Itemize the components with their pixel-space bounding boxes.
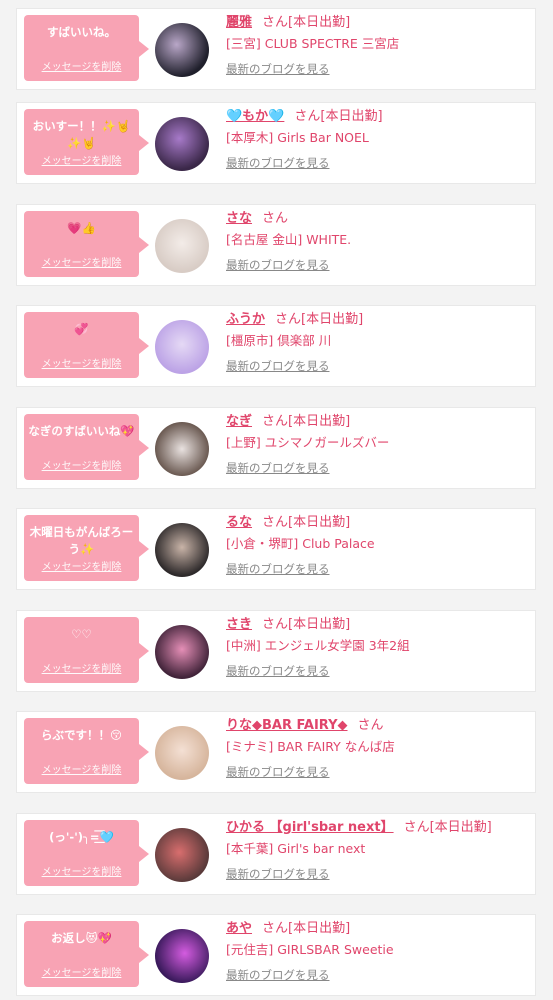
- status-text: さん[本日出勤]: [262, 515, 351, 530]
- avatar[interactable]: [155, 320, 209, 374]
- cast-name-link[interactable]: ふうか: [226, 312, 265, 327]
- blog-link[interactable]: 最新のブログを見る: [226, 59, 330, 79]
- status-text: さん[本日出勤]: [262, 15, 351, 30]
- message-list: すばいいね。 メッセージを削除 麗雅 さん[本日出勤] [三宮] CLUB SPE…: [0, 0, 553, 1000]
- blog-link[interactable]: 最新のブログを見る: [226, 356, 330, 376]
- blog-link[interactable]: 最新のブログを見る: [226, 559, 330, 579]
- list-item: 💗👍 メッセージを削除 さな さん [名古屋 金山] WHITE. 最新のブログを…: [16, 204, 536, 286]
- blog-link[interactable]: 最新のブログを見る: [226, 762, 330, 782]
- list-item: おいすー！！✨🤘✨🤘 メッセージを削除 🩵もか🩵 さん[本日出勤] [本厚木] G…: [16, 102, 536, 184]
- message-bubble: ♡♡ メッセージを削除: [24, 617, 149, 683]
- delete-message-link[interactable]: メッセージを削除: [24, 761, 139, 776]
- list-item: 💞 メッセージを削除 ふうか さん[本日出勤] [橿原市] 倶楽部 川 最新のブロ…: [16, 305, 536, 387]
- status-text: さん[本日出勤]: [403, 820, 492, 835]
- cast-name-link[interactable]: ひかる 【girl'sbar next】: [226, 820, 394, 835]
- shop-name: [小倉・堺町] Club Palace: [226, 536, 375, 551]
- shop-name: [中洲] エンジェル女学園 3年2組: [226, 638, 410, 653]
- cast-name-link[interactable]: 麗雅: [226, 15, 252, 30]
- message-text: らぶです！！😚: [41, 728, 122, 742]
- blog-link[interactable]: 最新のブログを見る: [226, 661, 330, 681]
- message-text: すばいいね。: [47, 25, 116, 39]
- list-item: らぶです！！😚 メッセージを削除 りな◆BAR FAIRY◆ さん [ミナミ] B…: [16, 711, 536, 793]
- blog-link[interactable]: 最新のブログを見る: [226, 458, 330, 478]
- shop-name: [本厚木] Girls Bar NOEL: [226, 130, 369, 145]
- status-text: さん[本日出勤]: [262, 617, 351, 632]
- status-text: さん[本日出勤]: [262, 921, 351, 936]
- delete-message-link[interactable]: メッセージを削除: [24, 355, 139, 370]
- list-item: ♡♡ メッセージを削除 さき さん[本日出勤] [中洲] エンジェル女学園 3年2…: [16, 610, 536, 692]
- blog-link[interactable]: 最新のブログを見る: [226, 255, 330, 275]
- cast-name-link[interactable]: なぎ: [226, 414, 252, 429]
- list-item: なぎのすばいいね💖 メッセージを削除 なぎ さん[本日出勤] [上野] ユシマノガ…: [16, 407, 536, 489]
- message-text: 木曜日もがんばろーう✨: [29, 525, 134, 556]
- delete-message-link[interactable]: メッセージを削除: [24, 254, 139, 269]
- delete-message-link[interactable]: メッセージを削除: [24, 558, 139, 573]
- message-bubble: なぎのすばいいね💖 メッセージを削除: [24, 414, 149, 480]
- message-text: おいすー！！✨🤘✨🤘: [32, 119, 131, 150]
- avatar[interactable]: [155, 929, 209, 983]
- avatar[interactable]: [155, 726, 209, 780]
- cast-name-link[interactable]: あや: [226, 921, 252, 936]
- list-item: お返し😻💖 メッセージを削除 あや さん[本日出勤] [元住吉] GIRLSBAR…: [16, 914, 536, 996]
- delete-message-link[interactable]: メッセージを削除: [24, 457, 139, 472]
- message-bubble: (っ'-')╮=͟͟͞͞🩵 メッセージを削除: [24, 820, 149, 886]
- avatar[interactable]: [155, 828, 209, 882]
- status-text: さん: [262, 211, 289, 226]
- message-text: なぎのすばいいね💖: [28, 424, 135, 438]
- blog-link[interactable]: 最新のブログを見る: [226, 153, 330, 173]
- delete-message-link[interactable]: メッセージを削除: [24, 863, 139, 878]
- cast-name-link[interactable]: さな: [226, 211, 252, 226]
- message-bubble: 💗👍 メッセージを削除: [24, 211, 149, 277]
- list-item: (っ'-')╮=͟͟͞͞🩵 メッセージを削除 ひかる 【girl'sbar ne…: [16, 813, 536, 895]
- avatar[interactable]: [155, 422, 209, 476]
- cast-name-link[interactable]: 🩵もか🩵: [226, 109, 284, 124]
- message-text: 💗👍: [67, 221, 96, 235]
- delete-message-link[interactable]: メッセージを削除: [24, 152, 139, 167]
- status-text: さん: [357, 718, 384, 733]
- status-text: さん[本日出勤]: [275, 312, 364, 327]
- message-bubble: 💞 メッセージを削除: [24, 312, 149, 378]
- avatar[interactable]: [155, 625, 209, 679]
- shop-name: [橿原市] 倶楽部 川: [226, 333, 332, 348]
- avatar[interactable]: [155, 117, 209, 171]
- message-bubble: 木曜日もがんばろーう✨ メッセージを削除: [24, 515, 149, 581]
- status-text: さん[本日出勤]: [262, 414, 351, 429]
- shop-name: [上野] ユシマノガールズバー: [226, 435, 390, 450]
- avatar[interactable]: [155, 23, 209, 77]
- delete-message-link[interactable]: メッセージを削除: [24, 964, 139, 979]
- cast-name-link[interactable]: るな: [226, 515, 252, 530]
- shop-name: [三宮] CLUB SPECTRE 三宮店: [226, 36, 400, 51]
- message-bubble: おいすー！！✨🤘✨🤘 メッセージを削除: [24, 109, 149, 175]
- delete-message-link[interactable]: メッセージを削除: [24, 660, 139, 675]
- message-text: お返し😻💖: [51, 931, 112, 945]
- status-text: さん[本日出勤]: [294, 109, 383, 124]
- message-bubble: お返し😻💖 メッセージを削除: [24, 921, 149, 987]
- blog-link[interactable]: 最新のブログを見る: [226, 965, 330, 985]
- message-text: ♡♡: [71, 627, 92, 641]
- cast-name-link[interactable]: さき: [226, 617, 252, 632]
- blog-link[interactable]: 最新のブログを見る: [226, 864, 330, 884]
- avatar[interactable]: [155, 523, 209, 577]
- shop-name: [本千葉] Girl's bar next: [226, 841, 366, 856]
- message-bubble: らぶです！！😚 メッセージを削除: [24, 718, 149, 784]
- message-text: (っ'-')╮=͟͟͞͞🩵: [49, 830, 114, 844]
- shop-name: [元住吉] GIRLSBAR Sweetie: [226, 942, 394, 957]
- list-item: すばいいね。 メッセージを削除 麗雅 さん[本日出勤] [三宮] CLUB SPE…: [16, 8, 536, 90]
- list-item: 木曜日もがんばろーう✨ メッセージを削除 るな さん[本日出勤] [小倉・堺町] …: [16, 508, 536, 590]
- shop-name: [名古屋 金山] WHITE.: [226, 232, 352, 247]
- message-text: 💞: [74, 322, 89, 336]
- delete-message-link[interactable]: メッセージを削除: [24, 58, 139, 73]
- avatar[interactable]: [155, 219, 209, 273]
- cast-name-link[interactable]: りな◆BAR FAIRY◆: [226, 718, 348, 733]
- message-bubble: すばいいね。 メッセージを削除: [24, 15, 149, 81]
- shop-name: [ミナミ] BAR FAIRY なんば店: [226, 739, 395, 754]
